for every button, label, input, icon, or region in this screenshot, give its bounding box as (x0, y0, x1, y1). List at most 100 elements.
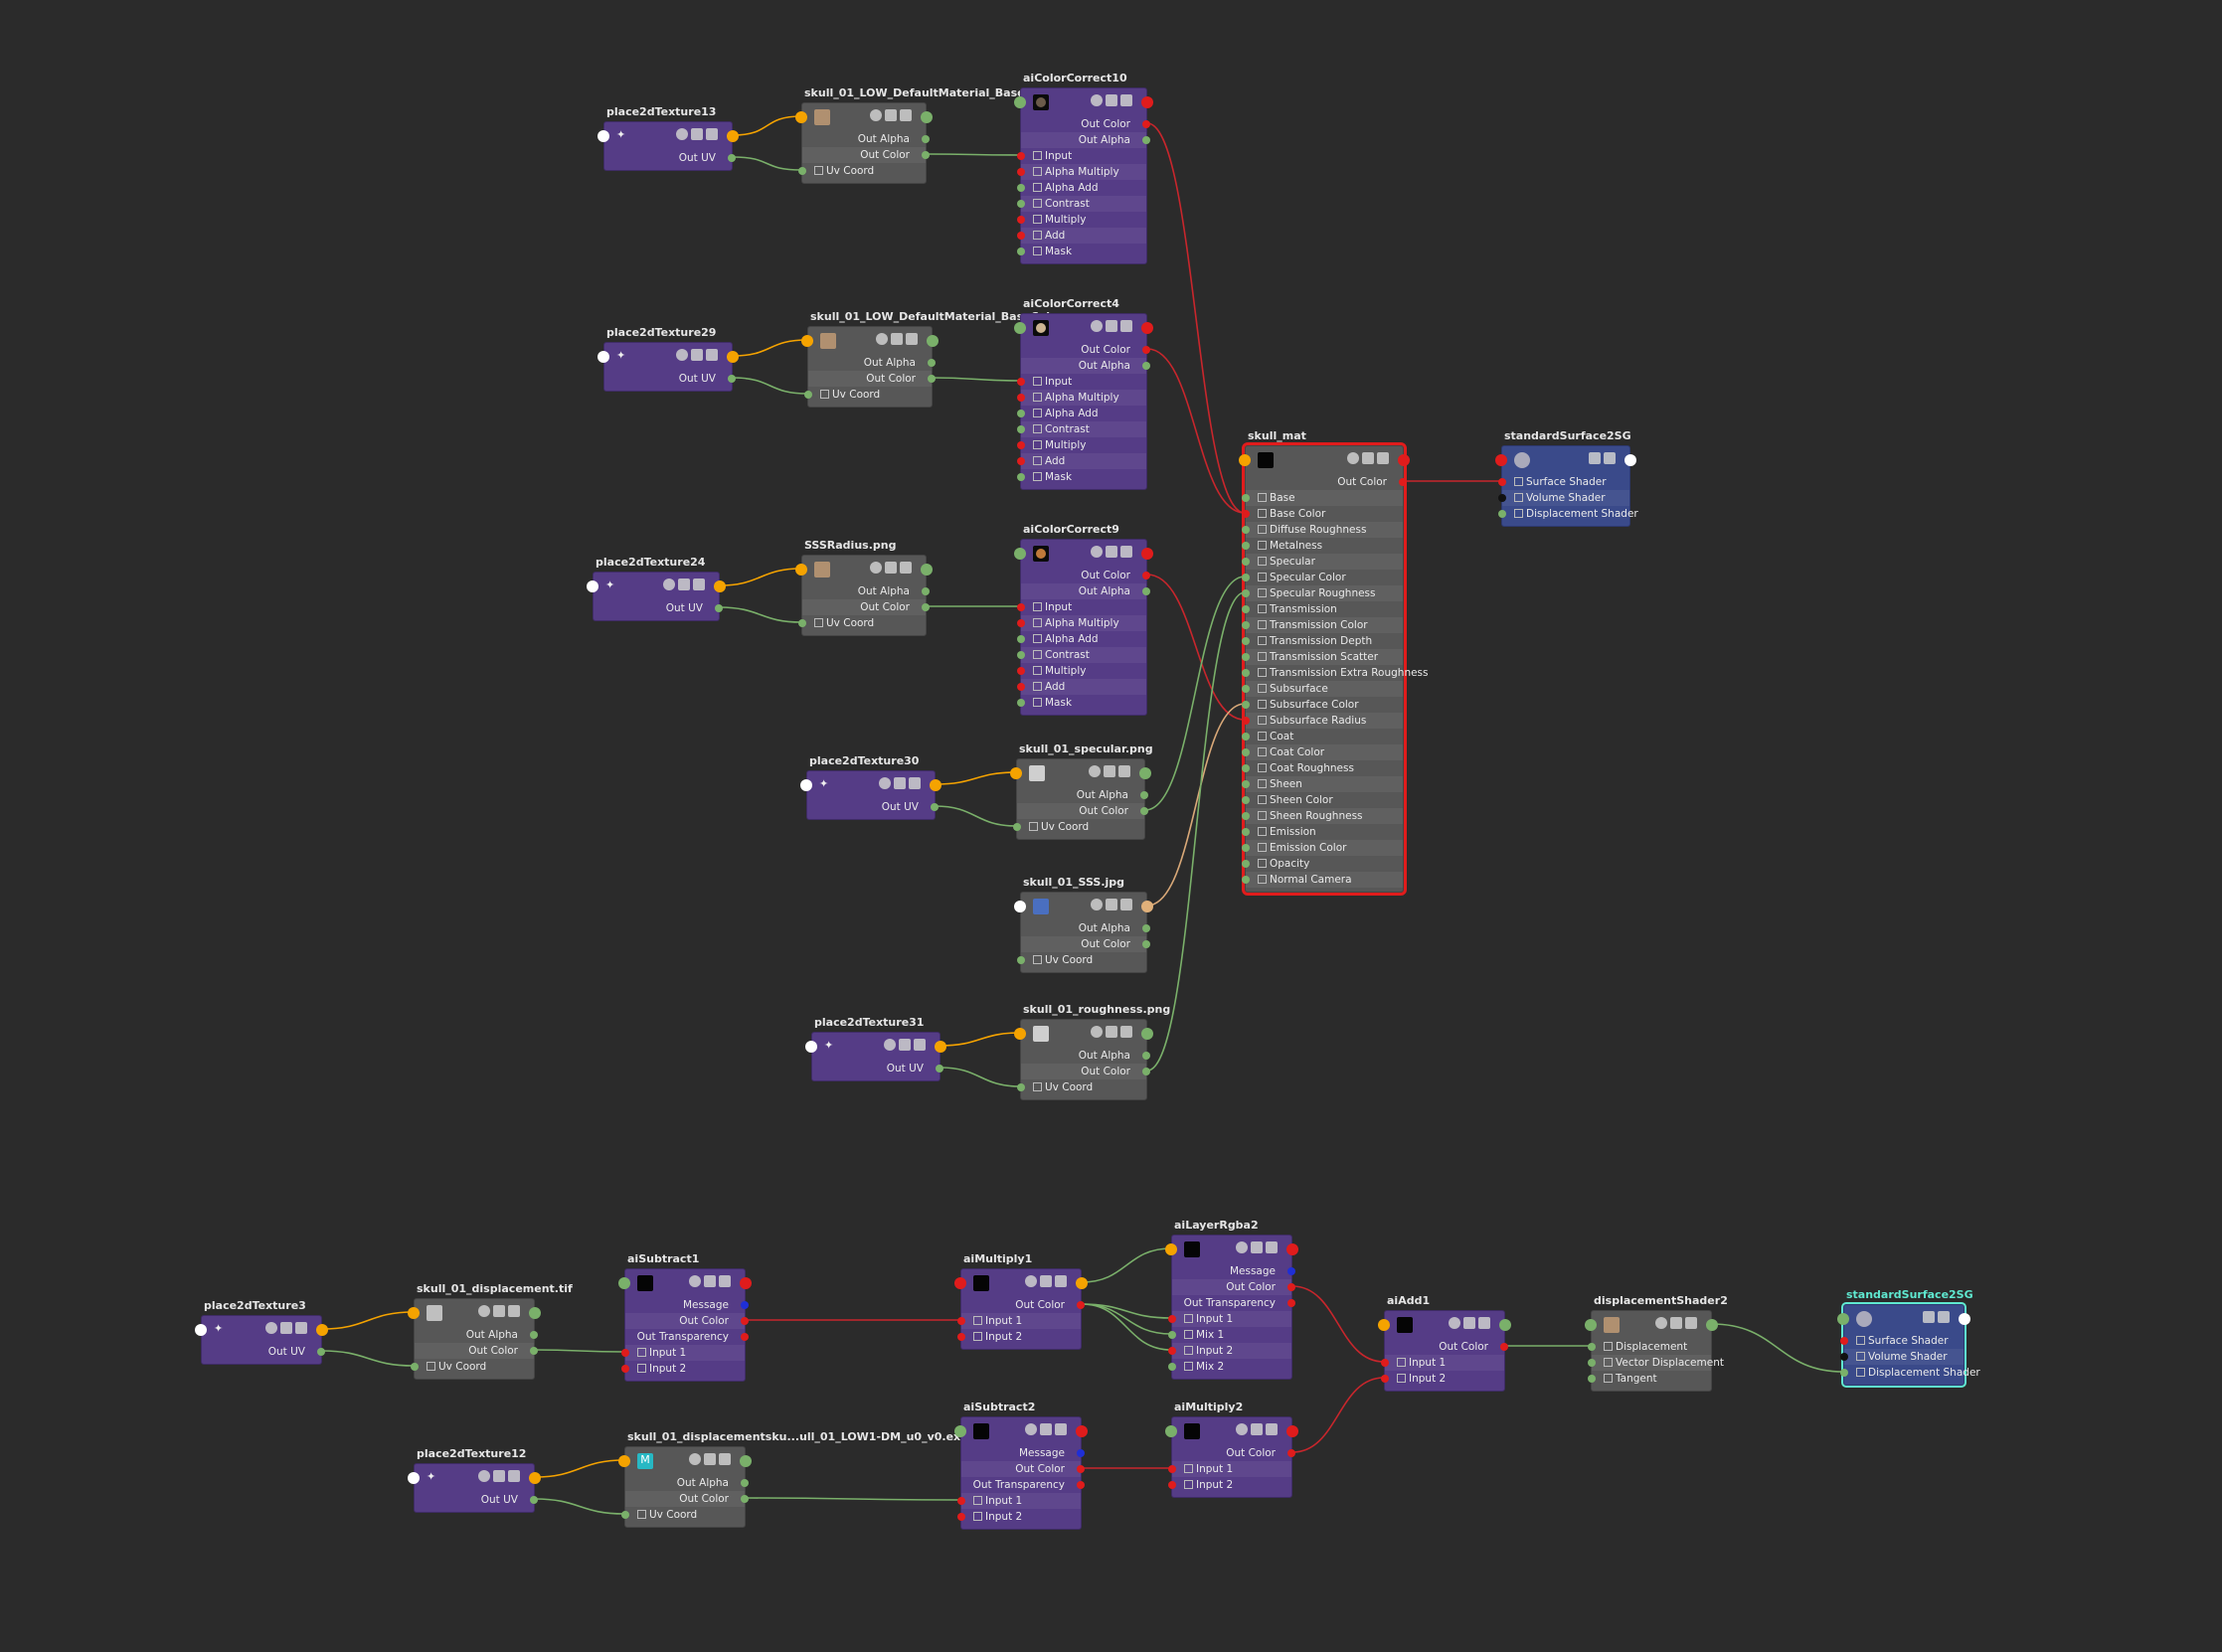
node-fileB[interactable]: skull_01_LOW_DefaultMaterial_BaseColor Ou… (801, 310, 1063, 408)
input-port[interactable] (957, 1333, 965, 1341)
node-header-icons[interactable] (876, 333, 918, 345)
header-output-port[interactable] (1141, 96, 1153, 108)
node-header-icons[interactable] (265, 1322, 307, 1334)
node-cc10[interactable]: aiColorCorrect10 Out Color Out Alpha Input A… (1014, 72, 1153, 264)
input-port[interactable] (1168, 1315, 1176, 1323)
header-input-port[interactable] (1585, 1319, 1597, 1331)
node-header-icons[interactable] (478, 1470, 520, 1482)
node-header-icons[interactable] (676, 349, 718, 361)
output-port[interactable] (922, 587, 930, 595)
input-port[interactable] (1588, 1343, 1596, 1351)
output-port[interactable] (1142, 924, 1150, 932)
header-output-port[interactable] (529, 1307, 541, 1319)
input-port[interactable] (1168, 1363, 1176, 1371)
input-port[interactable] (1242, 558, 1250, 566)
node-header-icons[interactable] (1449, 1317, 1490, 1329)
node-sss[interactable]: SSSRadius.png Out Alpha Out Color Uv Coord (795, 539, 933, 636)
input-port[interactable] (1017, 667, 1025, 675)
input-port[interactable] (1588, 1359, 1596, 1367)
output-port[interactable] (530, 1496, 538, 1504)
header-input-port[interactable] (795, 564, 807, 576)
input-port[interactable] (1017, 441, 1025, 449)
output-port[interactable] (728, 154, 736, 162)
output-port[interactable] (1142, 346, 1150, 354)
header-input-port[interactable] (1014, 548, 1026, 560)
node-rough[interactable]: skull_01_roughness.png Out Alpha Out Color… (1014, 1003, 1170, 1100)
header-output-port[interactable] (1141, 1028, 1153, 1040)
input-port[interactable] (1242, 717, 1250, 725)
output-port[interactable] (1077, 1301, 1085, 1309)
header-output-port[interactable] (927, 335, 939, 347)
header-input-port[interactable] (618, 1277, 630, 1289)
input-port[interactable] (1498, 478, 1506, 486)
input-port[interactable] (804, 391, 812, 399)
node-header-icons[interactable] (1236, 1241, 1278, 1253)
input-port[interactable] (1017, 200, 1025, 208)
output-port[interactable] (715, 604, 723, 612)
output-port[interactable] (1140, 807, 1148, 815)
output-port[interactable] (741, 1317, 749, 1325)
input-port[interactable] (1017, 394, 1025, 402)
output-port[interactable] (741, 1495, 749, 1503)
input-port[interactable] (1381, 1359, 1389, 1367)
input-port[interactable] (1242, 605, 1250, 613)
input-port[interactable] (1242, 653, 1250, 661)
output-port[interactable] (530, 1331, 538, 1339)
input-port[interactable] (1017, 248, 1025, 255)
output-port[interactable] (741, 1479, 749, 1487)
node-header-icons[interactable] (1236, 1423, 1278, 1435)
node-header-icons[interactable] (689, 1453, 731, 1465)
input-port[interactable] (1242, 621, 1250, 629)
input-port[interactable] (1242, 780, 1250, 788)
output-port[interactable] (741, 1301, 749, 1309)
header-output-port[interactable] (1959, 1313, 1970, 1325)
input-port[interactable] (1242, 589, 1250, 597)
input-port[interactable] (1242, 812, 1250, 820)
node-mul1[interactable]: aiMultiply1 Out Color Input 1 Input 2 (954, 1252, 1088, 1350)
input-port[interactable] (957, 1497, 965, 1505)
header-input-port[interactable] (1165, 1425, 1177, 1437)
node-dispexr[interactable]: skull_01_displacementsku...ull_01_LOW1-D… (618, 1430, 966, 1528)
header-output-port[interactable] (935, 1041, 946, 1053)
input-port[interactable] (1017, 152, 1025, 160)
output-port[interactable] (1142, 362, 1150, 370)
node-dshader[interactable]: displacementShader2 Displacement Vector Di… (1585, 1294, 1728, 1392)
header-output-port[interactable] (1076, 1277, 1088, 1289)
input-port[interactable] (1242, 685, 1250, 693)
header-input-port[interactable] (408, 1307, 420, 1319)
input-port[interactable] (1017, 651, 1025, 659)
header-output-port[interactable] (316, 1324, 328, 1336)
input-port[interactable] (1242, 494, 1250, 502)
header-input-port[interactable] (805, 1041, 817, 1053)
node-header-icons[interactable] (1089, 765, 1130, 777)
output-port[interactable] (936, 1065, 943, 1073)
output-port[interactable] (1142, 940, 1150, 948)
node-header-icons[interactable] (478, 1305, 520, 1317)
output-port[interactable] (1142, 1052, 1150, 1060)
node-sg2[interactable]: standardSurface2SG Surface Shader Volume S… (1837, 1288, 1980, 1388)
output-port[interactable] (928, 359, 936, 367)
input-port[interactable] (1017, 1083, 1025, 1091)
input-port[interactable] (1017, 216, 1025, 224)
node-header-icons[interactable] (1091, 94, 1132, 106)
header-input-port[interactable] (408, 1472, 420, 1484)
header-output-port[interactable] (1398, 454, 1410, 466)
header-input-port[interactable] (1378, 1319, 1390, 1331)
input-port[interactable] (1242, 542, 1250, 550)
input-port[interactable] (1017, 232, 1025, 240)
input-port[interactable] (1242, 733, 1250, 741)
header-output-port[interactable] (1141, 322, 1153, 334)
header-output-port[interactable] (740, 1455, 752, 1467)
header-output-port[interactable] (1141, 901, 1153, 912)
node-header-icons[interactable] (1025, 1423, 1067, 1435)
input-port[interactable] (1017, 378, 1025, 386)
header-output-port[interactable] (921, 111, 933, 123)
output-port[interactable] (1142, 1068, 1150, 1075)
header-output-port[interactable] (727, 351, 739, 363)
header-output-port[interactable] (714, 580, 726, 592)
output-port[interactable] (741, 1333, 749, 1341)
node-editor-canvas[interactable]: place2dTexture13 ✦ Out UV skull_01_LOW_Defa… (0, 0, 2222, 1652)
node-header-icons[interactable] (663, 578, 705, 590)
header-output-port[interactable] (1076, 1425, 1088, 1437)
input-port[interactable] (798, 167, 806, 175)
